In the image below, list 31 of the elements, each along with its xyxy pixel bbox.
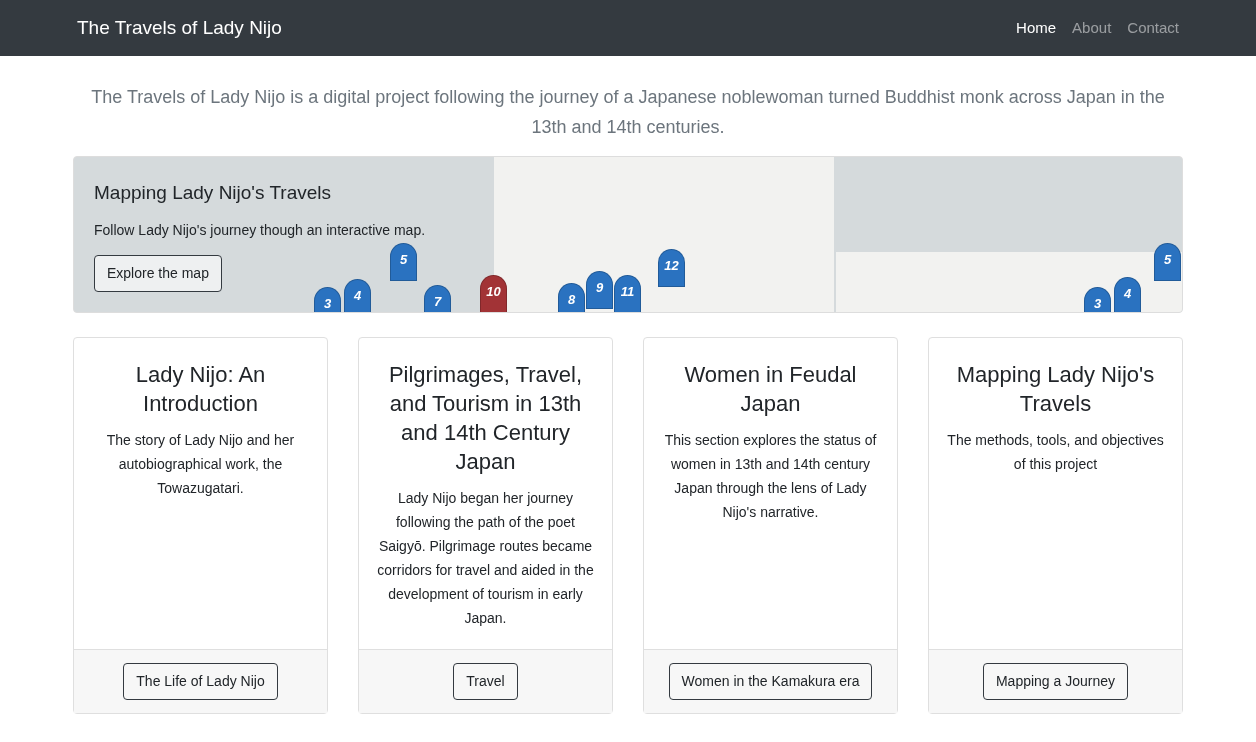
nav-link[interactable]: About: [1072, 16, 1112, 40]
map-marker[interactable]: 11: [614, 275, 641, 312]
card-title: Pilgrimages, Travel, and Tourism in 13th and 14th Century Japan: [387, 361, 584, 476]
nav-link[interactable]: Contact: [1127, 16, 1179, 40]
map-marker[interactable]: 4: [1114, 277, 1141, 312]
map-marker[interactable]: 5: [1154, 243, 1181, 281]
card-title: Lady Nijo: An Introduction: [134, 361, 267, 418]
map-marker[interactable]: 9: [586, 271, 613, 309]
card-button[interactable]: Women in the Kamakura era: [668, 663, 873, 700]
map-marker[interactable]: 12: [658, 249, 685, 287]
card-button[interactable]: Mapping a Journey: [982, 663, 1129, 700]
explore-button[interactable]: Explore the map: [94, 254, 222, 292]
card-button[interactable]: Travel: [453, 663, 518, 700]
card-title: Mapping Lady Nijo's Travels: [955, 361, 1156, 418]
map-marker[interactable]: 5: [390, 243, 417, 281]
map-marker[interactable]: 7: [424, 285, 451, 312]
nav-link[interactable]: Home: [1016, 16, 1057, 40]
map-marker[interactable]: 4: [344, 279, 371, 312]
card-text: Lady Nijo began her journey following the path of the poet Saigyō. Pilgrimage routes became corridors for travel and aided in the development of tourism in early Japan.: [376, 489, 595, 628]
intro-text: The Travels of Lady Nijo is a digital project following the journey of a Japanese noblewoman turned Buddhist monk across Japan in the 13th and 14th centuries.: [90, 86, 1166, 139]
card-button[interactable]: The Life of Lady Nijo: [123, 663, 278, 700]
map-marker[interactable]: 10: [480, 275, 507, 312]
banner-title: Mapping Lady Nijo's Travels: [94, 181, 332, 205]
card-text: This section explores the status of women in 13th and 14th century Japan through the lens of Lady Nijo's narrative.: [663, 431, 878, 522]
card-text: The methods, tools, and objectives of this project: [946, 431, 1165, 474]
card-title: Women in Feudal Japan: [683, 361, 858, 418]
banner-text: Follow Lady Nijo's journey though an interactive map.: [94, 220, 426, 240]
map-marker[interactable]: 8: [558, 283, 585, 312]
brand-link[interactable]: The Travels of Lady Nijo: [77, 13, 282, 43]
map-marker[interactable]: 3: [314, 287, 341, 312]
card-text: The story of Lady Nijo and her autobiographical work, the Towazugatari.: [105, 431, 296, 498]
